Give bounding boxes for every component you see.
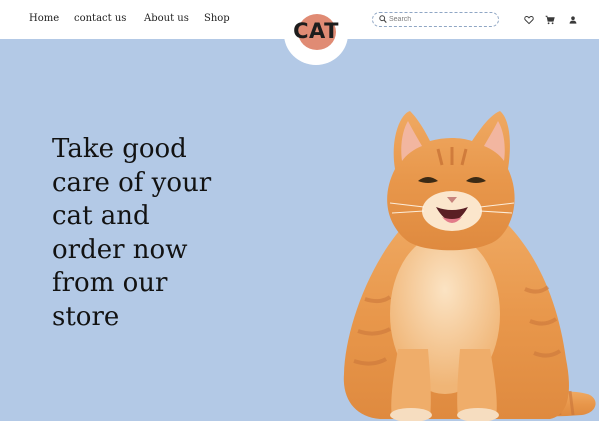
nav-link-home[interactable]: Home — [29, 13, 59, 24]
search-box[interactable] — [372, 12, 499, 27]
headline-line: Take good — [52, 134, 187, 164]
nav-link-contact-us[interactable]: contact us — [74, 13, 126, 24]
user-icon[interactable] — [568, 15, 578, 25]
hero-headline: Take good care of your cat and order now… — [52, 133, 242, 335]
nav-link-shop[interactable]: Shop — [204, 13, 230, 24]
search-icon — [379, 15, 387, 23]
site-logo[interactable]: CAT — [284, 3, 348, 65]
logo-text: CAT — [293, 19, 339, 43]
nav-link-about-us[interactable]: About us — [144, 13, 189, 24]
headline-line: care of your — [52, 167, 212, 198]
headline-line: from our — [52, 268, 168, 299]
cart-icon[interactable] — [545, 15, 555, 25]
headline-line: order now — [52, 234, 188, 265]
hero-section: Take good care of your cat and order now… — [0, 39, 599, 421]
headline-line: store — [52, 301, 120, 332]
search-input[interactable] — [389, 14, 493, 25]
cat-photo — [343, 111, 596, 421]
heart-icon[interactable] — [524, 15, 534, 25]
headline-line: cat and — [52, 201, 150, 232]
